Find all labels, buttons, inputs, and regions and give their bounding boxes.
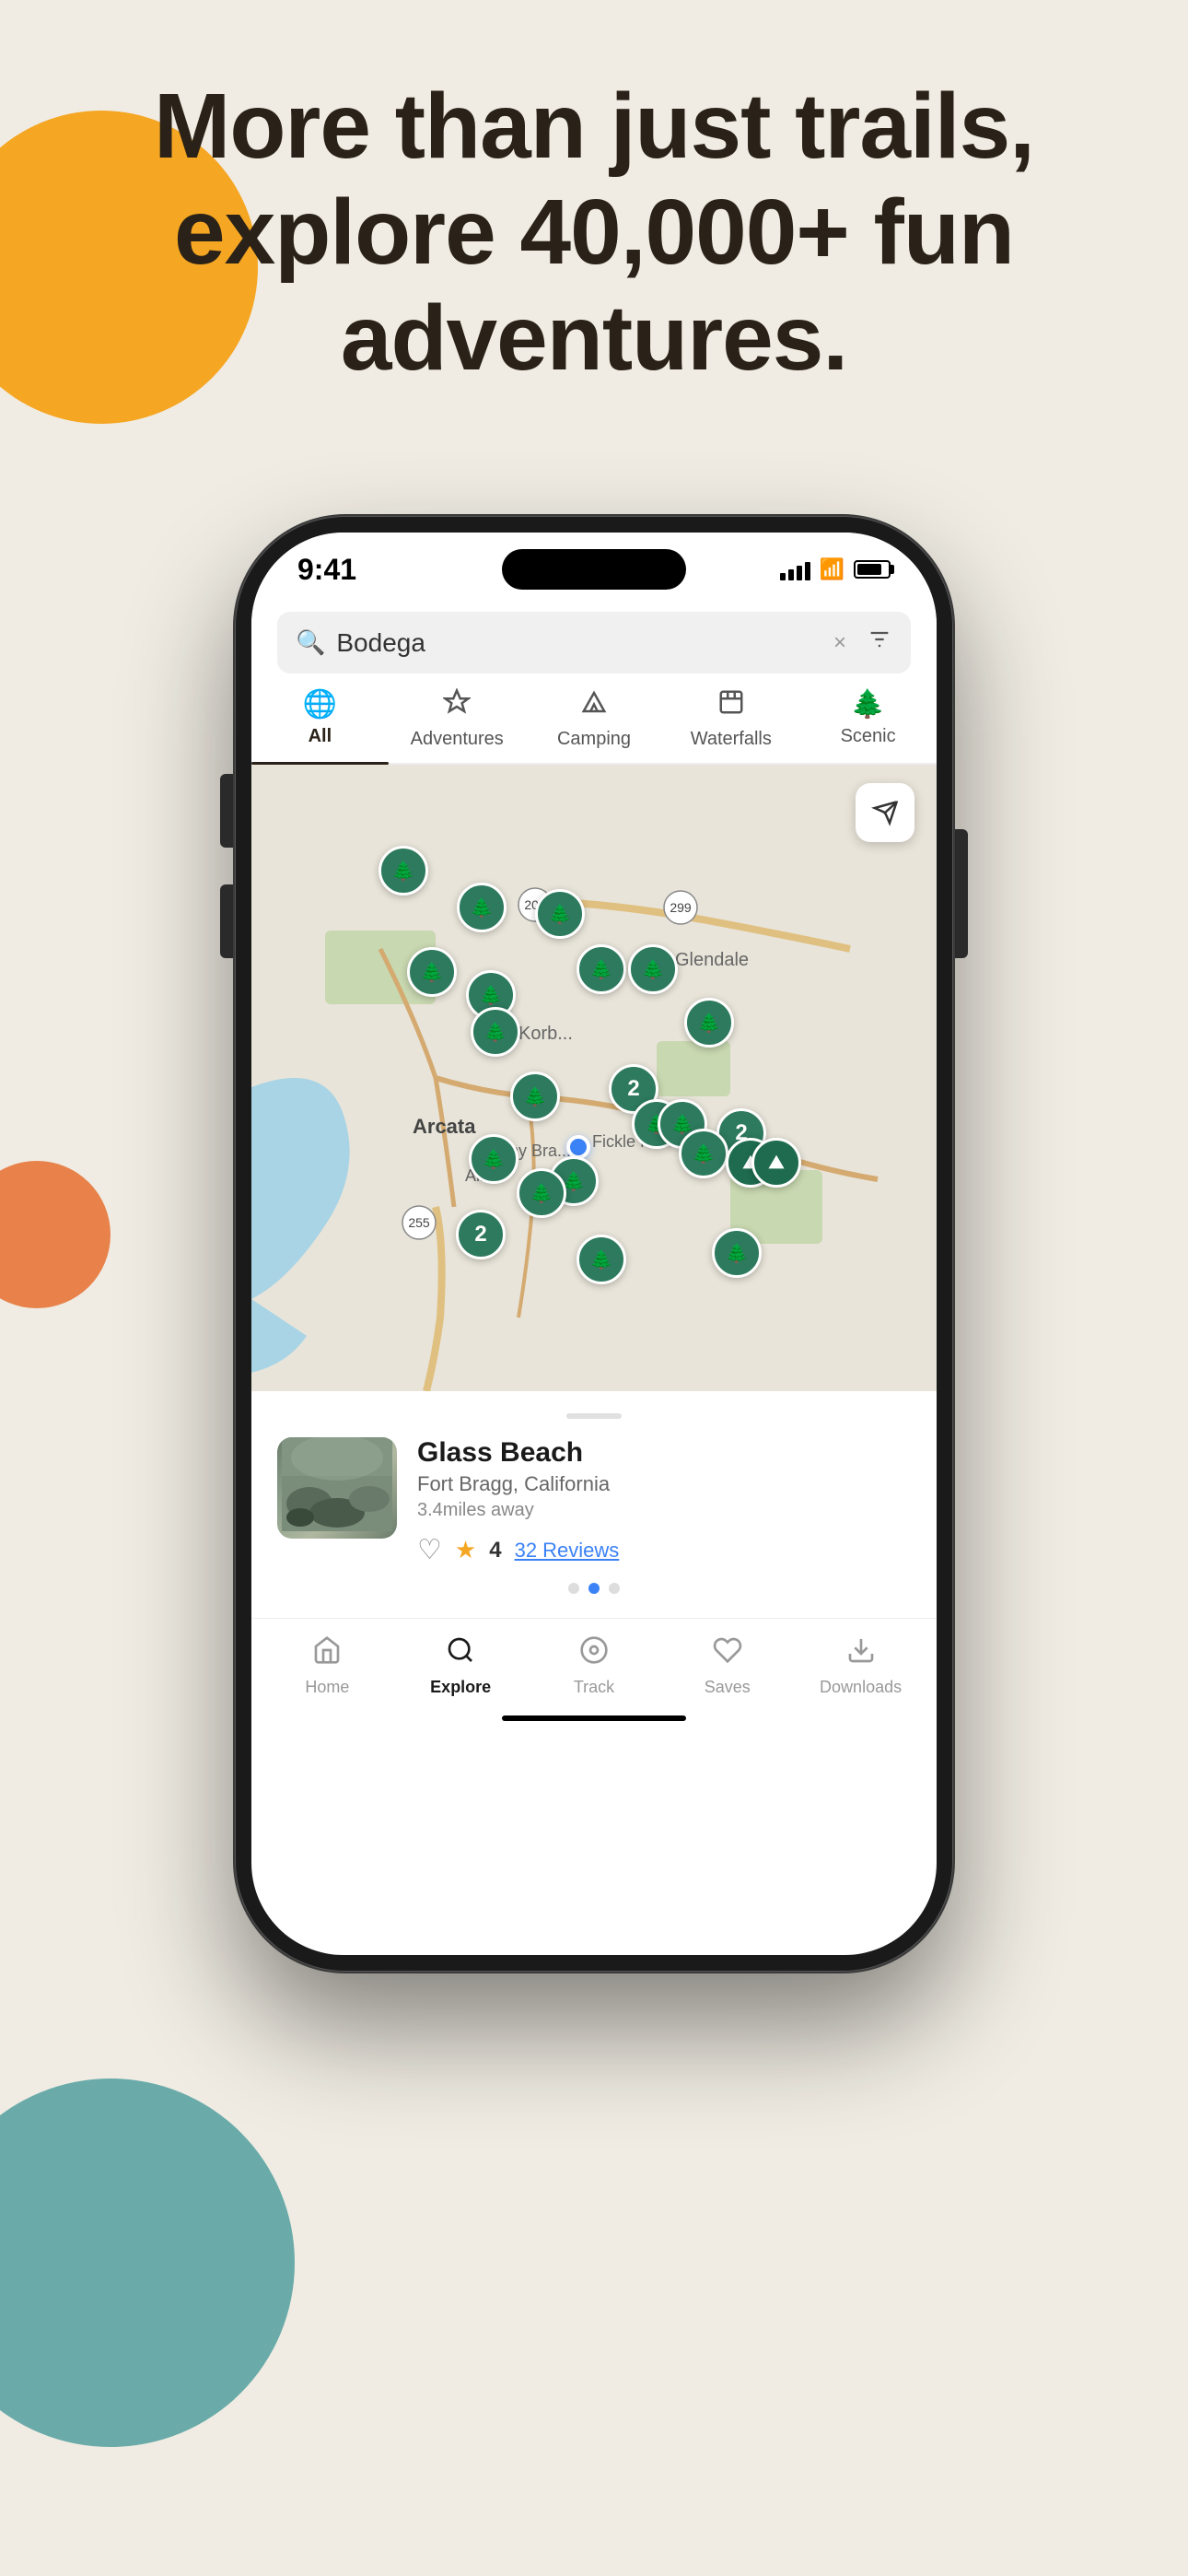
card-handle [566, 1413, 622, 1419]
signal-icon [780, 558, 810, 580]
nav-explore-label: Explore [430, 1678, 491, 1697]
headline-section: More than just trails, explore 40,000+ f… [0, 74, 1188, 392]
rating-number: 4 [489, 1538, 501, 1563]
place-distance: 3.4miles away [417, 1500, 911, 1521]
tab-all[interactable]: 🌐 All [251, 688, 389, 763]
tab-adventures[interactable]: Adventures [389, 688, 526, 763]
map-pin-cluster-3[interactable]: 2 [456, 1210, 506, 1259]
page-dot-3 [609, 1583, 620, 1594]
track-icon [579, 1635, 609, 1672]
tab-all-label: All [309, 726, 332, 747]
map-pin-4[interactable]: 🌲 [407, 947, 457, 997]
map-pin-10[interactable]: 🌲 [510, 1071, 560, 1121]
map-pin-8[interactable]: 🌲 [628, 944, 678, 994]
headline-line3: adventures. [341, 287, 847, 390]
phone-screen: 9:41 📶 🔍 B [251, 533, 937, 1955]
map-pin-2[interactable]: 🌲 [457, 883, 507, 932]
nav-track-label: Track [574, 1678, 614, 1697]
scenic-icon: 🌲 [851, 688, 885, 720]
map-pin-13[interactable]: 🌲 [679, 1129, 728, 1178]
nav-home-label: Home [305, 1678, 349, 1697]
camping-icon [580, 688, 608, 723]
nav-track[interactable]: Track [528, 1635, 661, 1697]
card-info: Glass Beach Fort Bragg, California 3.4mi… [417, 1437, 911, 1566]
nav-downloads-label: Downloads [820, 1678, 902, 1697]
tab-camping[interactable]: Camping [526, 688, 663, 763]
map-pin-1[interactable]: 🌲 [379, 846, 428, 896]
home-icon [312, 1635, 342, 1672]
phone-wrapper: 9:41 📶 🔍 B [235, 516, 953, 1972]
card-image [277, 1437, 397, 1539]
search-filter-button[interactable] [867, 626, 892, 659]
adventures-icon [443, 688, 471, 723]
map-pin-9[interactable]: 🌲 [684, 998, 734, 1048]
explore-icon [446, 1635, 475, 1672]
card-content: Glass Beach Fort Bragg, California 3.4mi… [277, 1437, 911, 1566]
page-dot-2 [588, 1583, 600, 1594]
battery-icon [854, 560, 891, 579]
search-bar[interactable]: 🔍 Bodega × [277, 612, 911, 673]
tab-waterfalls[interactable]: Waterfalls [662, 688, 799, 763]
nav-saves-label: Saves [705, 1678, 751, 1697]
page-dot-1 [568, 1583, 579, 1594]
place-card: Glass Beach Fort Bragg, California 3.4mi… [251, 1391, 937, 1618]
map-area[interactable]: 200 299 255 Korb... Glendale Arcata Alli… [251, 765, 937, 1391]
svg-text:Arcata: Arcata [413, 1115, 476, 1138]
tab-scenic-label: Scenic [841, 726, 896, 747]
map-pin-mountain-2[interactable]: ⛰ [751, 1138, 801, 1188]
waterfalls-icon [717, 688, 745, 723]
saves-icon [713, 1635, 742, 1672]
map-pin-6[interactable]: 🌲 [471, 1007, 520, 1057]
search-clear-button[interactable]: × [833, 630, 846, 656]
svg-text:Korb...: Korb... [518, 1024, 573, 1044]
place-subtitle: Fort Bragg, California [417, 1472, 911, 1496]
nav-saves[interactable]: Saves [660, 1635, 794, 1697]
favorite-button[interactable]: ♡ [417, 1534, 442, 1566]
map-location-button[interactable] [856, 783, 914, 842]
headline-line2: explore 40,000+ fun [174, 181, 1014, 284]
map-pin-3[interactable]: 🌲 [535, 889, 585, 939]
nav-downloads[interactable]: Downloads [794, 1635, 927, 1697]
headline-line1: More than just trails, [154, 75, 1034, 178]
blob-teal [0, 2078, 295, 2447]
tab-waterfalls-label: Waterfalls [691, 729, 772, 750]
svg-text:255: 255 [408, 1215, 430, 1230]
map-pin-16[interactable]: 🌲 [517, 1168, 566, 1218]
search-section: 🔍 Bodega × [251, 597, 937, 673]
map-pin-18[interactable]: 🌲 [577, 1235, 626, 1284]
status-time: 9:41 [297, 553, 356, 587]
map-background: 200 299 255 Korb... Glendale Arcata Alli… [251, 765, 937, 1391]
reviews-link[interactable]: 32 Reviews [515, 1539, 620, 1563]
status-icons: 📶 [780, 557, 891, 581]
search-icon: 🔍 [296, 628, 325, 657]
tab-scenic[interactable]: 🌲 Scenic [799, 688, 937, 763]
tab-camping-label: Camping [557, 729, 631, 750]
page-dots [277, 1583, 911, 1594]
card-rating-row: ♡ ★ 4 32 Reviews [417, 1534, 911, 1566]
all-icon: 🌐 [303, 688, 337, 720]
downloads-icon [846, 1635, 876, 1672]
svg-text:Glendale: Glendale [675, 950, 749, 970]
user-location-dot [566, 1135, 590, 1159]
nav-home[interactable]: Home [261, 1635, 394, 1697]
wifi-icon: 📶 [820, 557, 844, 581]
phone-outer: 9:41 📶 🔍 B [235, 516, 953, 1972]
tab-adventures-label: Adventures [411, 729, 504, 750]
bottom-nav: Home Explore [251, 1618, 937, 1706]
map-pin-7[interactable]: 🌲 [577, 944, 626, 994]
star-icon: ★ [455, 1536, 476, 1564]
blob-orange-small [0, 1161, 111, 1308]
map-pin-17[interactable]: 🌲 [712, 1228, 762, 1278]
map-pin-15[interactable]: 🌲 [469, 1134, 518, 1184]
nav-explore[interactable]: Explore [394, 1635, 528, 1697]
dynamic-island [502, 549, 686, 590]
battery-fill [857, 564, 881, 575]
card-image-rocks [277, 1437, 397, 1539]
place-title: Glass Beach [417, 1437, 911, 1469]
svg-text:299: 299 [670, 900, 692, 915]
headline-text: More than just trails, explore 40,000+ f… [55, 74, 1133, 392]
category-tabs: 🌐 All Adventures [251, 673, 937, 765]
home-indicator [502, 1715, 686, 1721]
search-input[interactable]: Bodega [336, 628, 822, 658]
